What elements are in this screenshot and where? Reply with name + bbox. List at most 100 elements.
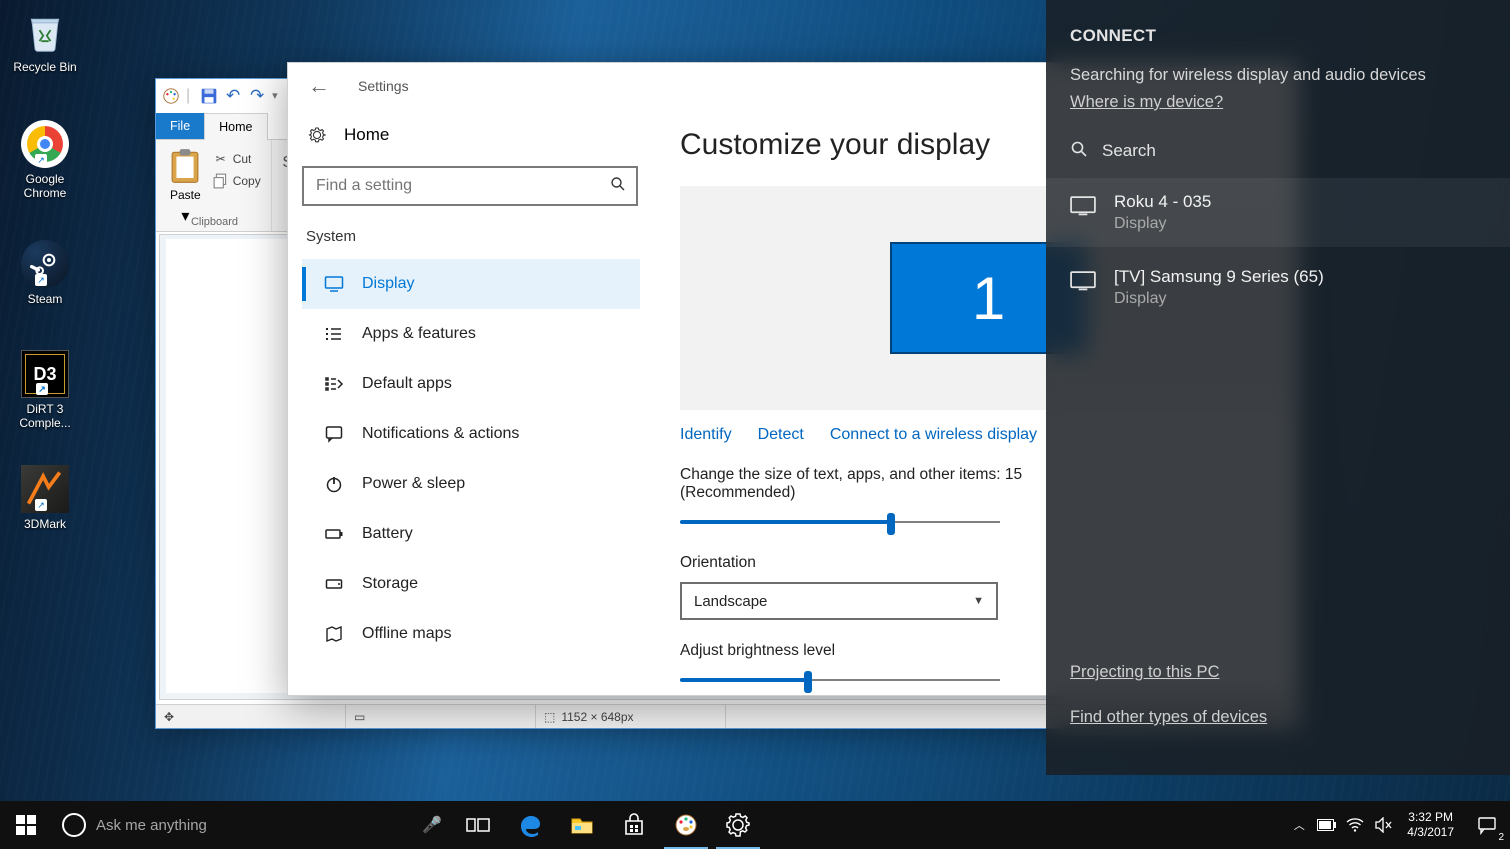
orientation-dropdown[interactable]: Landscape ▼ <box>680 582 998 620</box>
nav-section-label: System <box>306 228 640 245</box>
shortcut-arrow-icon: ↗ <box>36 383 48 395</box>
3dmark-icon: ↗ <box>21 465 69 513</box>
connect-wireless-link[interactable]: Connect to a wireless display <box>830 426 1037 444</box>
window-title: Settings <box>358 78 409 94</box>
tray-battery-icon[interactable] <box>1313 801 1341 849</box>
cortana-search[interactable]: Ask me anything 🎤 <box>52 801 452 849</box>
taskbar-app-edge[interactable] <box>504 801 556 849</box>
ribbon-tab-home[interactable]: Home <box>204 113 267 140</box>
nav-item-notifications[interactable]: Notifications & actions <box>302 409 640 459</box>
where-is-my-device-link[interactable]: Where is my device? <box>1070 93 1223 112</box>
desktop-icon-3dmark[interactable]: ↗ 3DMark <box>5 465 85 531</box>
device-item[interactable]: [TV] Samsung 9 Series (65) Display <box>1070 253 1486 322</box>
connect-search-placeholder: Search <box>1102 141 1156 161</box>
device-type: Display <box>1114 215 1211 233</box>
tray-volume-icon[interactable] <box>1369 801 1397 849</box>
scale-slider[interactable] <box>680 512 1000 532</box>
cut-button[interactable]: ✂Cut <box>213 148 261 170</box>
battery-icon <box>324 524 344 544</box>
list-icon <box>324 324 344 344</box>
connect-search[interactable]: Search <box>1070 130 1486 172</box>
taskbar-app-store[interactable] <box>608 801 660 849</box>
nav-item-offline-maps[interactable]: Offline maps <box>302 609 640 659</box>
connect-status: Searching for wireless display and audio… <box>1070 66 1486 85</box>
power-icon <box>324 474 344 494</box>
search-icon <box>610 176 626 196</box>
crosshair-icon: ✥ <box>164 710 174 724</box>
device-type: Display <box>1114 290 1324 308</box>
nav-item-power[interactable]: Power & sleep <box>302 459 640 509</box>
storage-icon <box>324 574 344 594</box>
settings-search-input[interactable] <box>316 177 610 195</box>
gear-icon <box>725 812 751 838</box>
connect-title: CONNECT <box>1070 26 1486 46</box>
ribbon-tab-file[interactable]: File <box>156 113 204 139</box>
status-cursor-pos: ✥ <box>156 705 346 728</box>
chrome-icon: ↗ <box>21 120 69 168</box>
store-icon <box>621 812 647 838</box>
scissors-icon: ✂ <box>213 151 229 167</box>
desktop-icon-dirt3[interactable]: D3 ↗ DiRT 3Comple... <box>5 350 85 431</box>
find-other-devices-link[interactable]: Find other types of devices <box>1070 708 1267 727</box>
start-button[interactable] <box>0 801 52 849</box>
desktop-icon-label: Steam <box>5 292 85 306</box>
canvas-size-icon: ⬚ <box>544 710 555 724</box>
file-explorer-icon <box>569 812 595 838</box>
task-view-icon <box>465 812 491 838</box>
desktop-icon-label: Recycle Bin <box>5 60 85 74</box>
qat-undo-icon[interactable]: ↶ <box>224 87 242 105</box>
device-item[interactable]: Roku 4 - 035 Display <box>1046 178 1510 247</box>
display-device-icon <box>1070 271 1096 291</box>
projecting-link[interactable]: Projecting to this PC <box>1070 663 1267 682</box>
windows-logo-icon <box>16 815 36 835</box>
microphone-icon[interactable]: 🎤 <box>422 815 442 835</box>
settings-search[interactable] <box>302 166 638 206</box>
status-canvas-size: ⬚ 1152 × 648px <box>536 705 726 728</box>
chevron-down-icon: ▼ <box>973 595 984 607</box>
nav-home[interactable]: Home <box>302 108 640 162</box>
tray-clock[interactable]: 3:32 PM 4/3/2017 <box>1397 810 1464 840</box>
detect-link[interactable]: Detect <box>758 426 804 444</box>
action-center-button[interactable]: 2 <box>1464 801 1510 849</box>
nav-item-storage[interactable]: Storage <box>302 559 640 609</box>
tray-overflow-button[interactable]: ︿ <box>1285 801 1313 849</box>
recycle-bin-icon <box>23 10 67 54</box>
shortcut-arrow-icon: ↗ <box>35 274 47 286</box>
status-selection: ▭ <box>346 705 536 728</box>
nav-item-apps[interactable]: Apps & features <box>302 309 640 359</box>
taskbar: Ask me anything 🎤 ︿ 3:32 PM 4/ <box>0 801 1510 849</box>
desktop-icon-recycle-bin[interactable]: Recycle Bin <box>5 8 85 74</box>
shortcut-arrow-icon: ↗ <box>35 154 47 166</box>
taskbar-app-explorer[interactable] <box>556 801 608 849</box>
nav-item-default-apps[interactable]: Default apps <box>302 359 640 409</box>
back-button[interactable]: ← <box>308 73 330 99</box>
display-icon <box>324 274 344 294</box>
map-icon <box>324 624 344 644</box>
device-name: [TV] Samsung 9 Series (65) <box>1114 267 1324 287</box>
steam-icon: ↗ <box>21 240 69 288</box>
taskbar-app-paint[interactable] <box>660 801 712 849</box>
qat-redo-icon[interactable]: ↷ <box>248 87 266 105</box>
qat-save-icon[interactable] <box>200 87 218 105</box>
copy-button[interactable]: Copy <box>213 170 261 192</box>
tray-wifi-icon[interactable] <box>1341 801 1369 849</box>
identify-link[interactable]: Identify <box>680 426 732 444</box>
ribbon-group-label: Clipboard <box>156 212 273 232</box>
taskbar-app-settings[interactable] <box>712 801 764 849</box>
desktop-icon-label: GoogleChrome <box>5 172 85 201</box>
shortcut-arrow-icon: ↗ <box>35 499 47 511</box>
nav-item-battery[interactable]: Battery <box>302 509 640 559</box>
qat-customize-icon[interactable]: ▾ <box>272 89 278 102</box>
selection-rect-icon: ▭ <box>354 710 365 724</box>
search-icon <box>1070 140 1088 163</box>
desktop-icon-steam[interactable]: ↗ Steam <box>5 240 85 306</box>
action-center-badge: 2 <box>1498 832 1504 843</box>
paint-app-icon <box>162 87 180 105</box>
nav-item-display[interactable]: Display <box>302 259 640 309</box>
brightness-slider[interactable] <box>680 670 1000 690</box>
desktop-icon-chrome[interactable]: ↗ GoogleChrome <box>5 120 85 201</box>
cortana-icon <box>62 813 86 837</box>
task-view-button[interactable] <box>452 801 504 849</box>
device-name: Roku 4 - 035 <box>1114 192 1211 212</box>
desktop-icon-label: 3DMark <box>5 517 85 531</box>
